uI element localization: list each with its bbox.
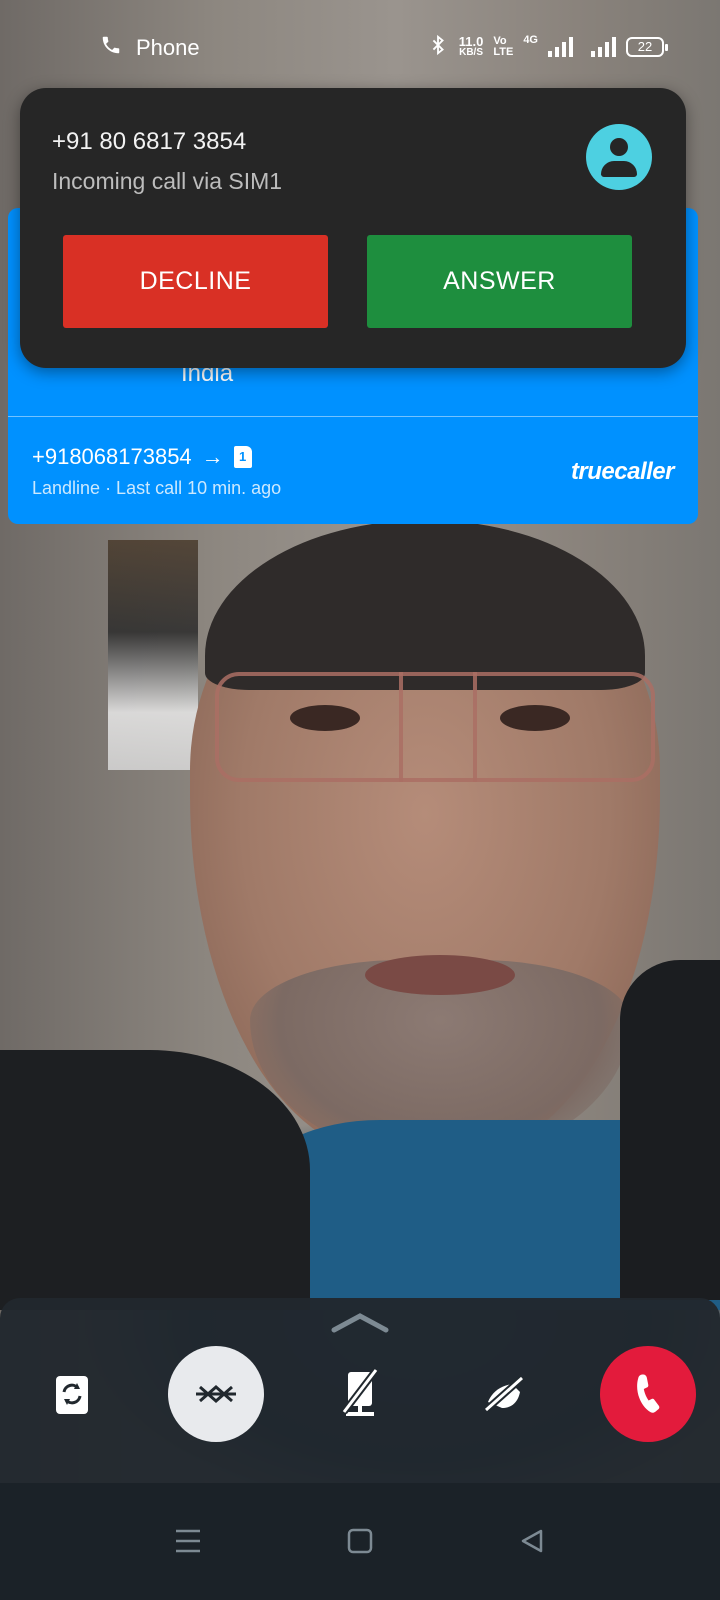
phone-icon (100, 34, 122, 62)
bluetooth-icon (427, 34, 449, 60)
status-indicators: 11.0 KB/S Vo LTE 4G 22 (427, 34, 668, 60)
mute-button[interactable] (312, 1346, 408, 1442)
decline-button[interactable]: DECLINE (63, 235, 328, 328)
caller-number-row: +918068173854 → 1 (32, 444, 252, 470)
person-jacket-right (620, 960, 720, 1300)
back-button[interactable] (512, 1521, 552, 1561)
answer-button[interactable]: ANSWER (367, 235, 632, 328)
background-shelf (108, 540, 198, 770)
switch-camera-button[interactable] (24, 1346, 120, 1442)
network-type: 4G (523, 34, 538, 46)
truecaller-logo: truecaller (570, 458, 675, 485)
volte-indicator: Vo LTE (493, 35, 514, 58)
contact-avatar-icon (586, 124, 652, 190)
caller-details: Landline · Last call 10 min. ago (32, 478, 282, 498)
home-icon (347, 1528, 373, 1554)
switch-camera-icon (56, 1376, 88, 1414)
chevron-up-icon[interactable] (330, 1310, 390, 1334)
person-mouth (365, 955, 515, 995)
incoming-number: +91 80 6817 3854 (52, 128, 247, 155)
sim-card-icon: 1 (233, 446, 252, 468)
recent-apps-button[interactable] (168, 1521, 208, 1561)
end-call-button[interactable] (600, 1346, 696, 1442)
home-button[interactable] (340, 1521, 380, 1561)
call-controls (0, 1298, 720, 1483)
status-app-indicator: Phone (100, 34, 200, 62)
divider (8, 416, 698, 417)
mic-off-icon (341, 1368, 379, 1416)
navigation-bar (0, 1483, 720, 1600)
signal-sim2-icon (591, 37, 616, 57)
video-off-icon (483, 1375, 525, 1413)
incoming-call-notification[interactable]: +91 80 6817 3854 Incoming call via SIM1 … (20, 88, 686, 368)
bluetooth-toggle-button[interactable] (168, 1346, 264, 1442)
arrow-icon: → (201, 444, 224, 469)
end-call-icon (637, 1374, 660, 1413)
video-toggle-button[interactable] (456, 1346, 552, 1442)
bluetooth-off-icon (196, 1385, 236, 1403)
person-jacket-left (0, 1050, 310, 1310)
menu-icon (176, 1529, 200, 1553)
signal-sim1-icon (548, 37, 573, 57)
battery-icon: 22 (626, 37, 668, 57)
eyeglasses (215, 672, 655, 782)
incoming-call-subtitle: Incoming call via SIM1 (52, 168, 283, 194)
person-hair (205, 520, 645, 690)
status-app-name: Phone (136, 35, 200, 60)
back-icon (521, 1529, 543, 1553)
caller-number: +918068173854 (32, 444, 192, 469)
network-speed: 11.0 KB/S (458, 34, 484, 58)
status-bar: Phone 11.0 KB/S Vo LTE 4G 22 (0, 22, 720, 74)
